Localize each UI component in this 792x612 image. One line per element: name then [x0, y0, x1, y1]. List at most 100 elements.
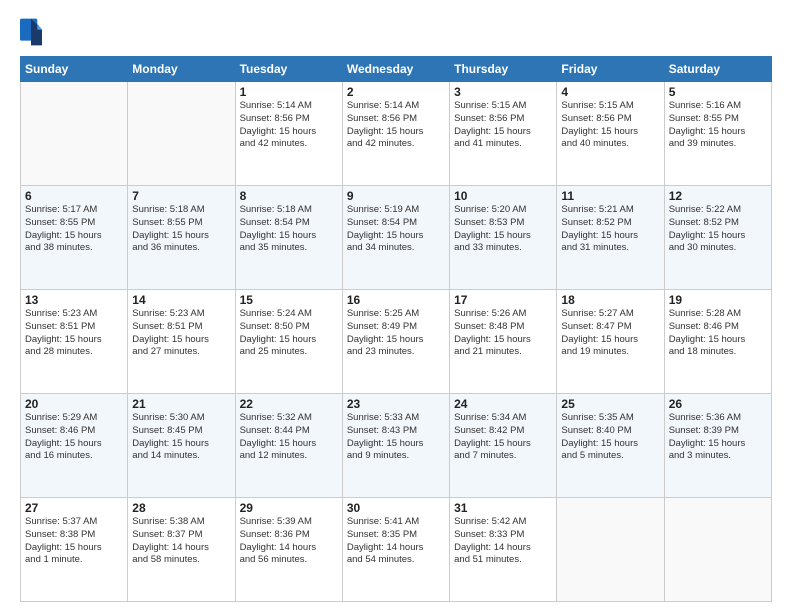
- week-row-5: 27Sunrise: 5:37 AM Sunset: 8:38 PM Dayli…: [21, 498, 772, 602]
- day-number: 15: [240, 293, 338, 307]
- week-row-2: 6Sunrise: 5:17 AM Sunset: 8:55 PM Daylig…: [21, 186, 772, 290]
- day-cell: 29Sunrise: 5:39 AM Sunset: 8:36 PM Dayli…: [235, 498, 342, 602]
- day-cell: 4Sunrise: 5:15 AM Sunset: 8:56 PM Daylig…: [557, 82, 664, 186]
- day-info: Sunrise: 5:38 AM Sunset: 8:37 PM Dayligh…: [132, 516, 230, 567]
- day-number: 26: [669, 397, 767, 411]
- day-number: 4: [561, 85, 659, 99]
- day-info: Sunrise: 5:23 AM Sunset: 8:51 PM Dayligh…: [132, 308, 230, 359]
- day-number: 5: [669, 85, 767, 99]
- day-cell: 8Sunrise: 5:18 AM Sunset: 8:54 PM Daylig…: [235, 186, 342, 290]
- day-cell: 3Sunrise: 5:15 AM Sunset: 8:56 PM Daylig…: [450, 82, 557, 186]
- day-cell: 28Sunrise: 5:38 AM Sunset: 8:37 PM Dayli…: [128, 498, 235, 602]
- day-number: 30: [347, 501, 445, 515]
- day-info: Sunrise: 5:34 AM Sunset: 8:42 PM Dayligh…: [454, 412, 552, 463]
- weekday-header-row: SundayMondayTuesdayWednesdayThursdayFrid…: [21, 57, 772, 82]
- day-cell: [557, 498, 664, 602]
- day-cell: 19Sunrise: 5:28 AM Sunset: 8:46 PM Dayli…: [664, 290, 771, 394]
- day-info: Sunrise: 5:32 AM Sunset: 8:44 PM Dayligh…: [240, 412, 338, 463]
- day-number: 23: [347, 397, 445, 411]
- day-cell: 6Sunrise: 5:17 AM Sunset: 8:55 PM Daylig…: [21, 186, 128, 290]
- weekday-header-tuesday: Tuesday: [235, 57, 342, 82]
- day-number: 25: [561, 397, 659, 411]
- day-number: 18: [561, 293, 659, 307]
- day-cell: 5Sunrise: 5:16 AM Sunset: 8:55 PM Daylig…: [664, 82, 771, 186]
- day-info: Sunrise: 5:37 AM Sunset: 8:38 PM Dayligh…: [25, 516, 123, 567]
- day-cell: [128, 82, 235, 186]
- day-number: 6: [25, 189, 123, 203]
- day-number: 14: [132, 293, 230, 307]
- day-info: Sunrise: 5:15 AM Sunset: 8:56 PM Dayligh…: [561, 100, 659, 151]
- page: SundayMondayTuesdayWednesdayThursdayFrid…: [0, 0, 792, 612]
- day-cell: 17Sunrise: 5:26 AM Sunset: 8:48 PM Dayli…: [450, 290, 557, 394]
- day-info: Sunrise: 5:27 AM Sunset: 8:47 PM Dayligh…: [561, 308, 659, 359]
- day-cell: 15Sunrise: 5:24 AM Sunset: 8:50 PM Dayli…: [235, 290, 342, 394]
- day-number: 13: [25, 293, 123, 307]
- weekday-header-saturday: Saturday: [664, 57, 771, 82]
- day-info: Sunrise: 5:28 AM Sunset: 8:46 PM Dayligh…: [669, 308, 767, 359]
- day-number: 19: [669, 293, 767, 307]
- day-cell: 18Sunrise: 5:27 AM Sunset: 8:47 PM Dayli…: [557, 290, 664, 394]
- day-cell: 12Sunrise: 5:22 AM Sunset: 8:52 PM Dayli…: [664, 186, 771, 290]
- day-info: Sunrise: 5:24 AM Sunset: 8:50 PM Dayligh…: [240, 308, 338, 359]
- day-number: 24: [454, 397, 552, 411]
- day-number: 2: [347, 85, 445, 99]
- day-info: Sunrise: 5:30 AM Sunset: 8:45 PM Dayligh…: [132, 412, 230, 463]
- day-info: Sunrise: 5:14 AM Sunset: 8:56 PM Dayligh…: [240, 100, 338, 151]
- logo-icon: [20, 18, 42, 46]
- day-cell: 31Sunrise: 5:42 AM Sunset: 8:33 PM Dayli…: [450, 498, 557, 602]
- day-cell: [21, 82, 128, 186]
- day-cell: 30Sunrise: 5:41 AM Sunset: 8:35 PM Dayli…: [342, 498, 449, 602]
- day-number: 1: [240, 85, 338, 99]
- day-cell: 27Sunrise: 5:37 AM Sunset: 8:38 PM Dayli…: [21, 498, 128, 602]
- day-number: 16: [347, 293, 445, 307]
- day-info: Sunrise: 5:42 AM Sunset: 8:33 PM Dayligh…: [454, 516, 552, 567]
- day-number: 21: [132, 397, 230, 411]
- day-number: 10: [454, 189, 552, 203]
- day-info: Sunrise: 5:25 AM Sunset: 8:49 PM Dayligh…: [347, 308, 445, 359]
- day-number: 12: [669, 189, 767, 203]
- day-cell: 7Sunrise: 5:18 AM Sunset: 8:55 PM Daylig…: [128, 186, 235, 290]
- day-info: Sunrise: 5:33 AM Sunset: 8:43 PM Dayligh…: [347, 412, 445, 463]
- day-info: Sunrise: 5:18 AM Sunset: 8:55 PM Dayligh…: [132, 204, 230, 255]
- day-cell: 1Sunrise: 5:14 AM Sunset: 8:56 PM Daylig…: [235, 82, 342, 186]
- day-number: 3: [454, 85, 552, 99]
- day-cell: 22Sunrise: 5:32 AM Sunset: 8:44 PM Dayli…: [235, 394, 342, 498]
- day-info: Sunrise: 5:19 AM Sunset: 8:54 PM Dayligh…: [347, 204, 445, 255]
- day-cell: 10Sunrise: 5:20 AM Sunset: 8:53 PM Dayli…: [450, 186, 557, 290]
- day-cell: 9Sunrise: 5:19 AM Sunset: 8:54 PM Daylig…: [342, 186, 449, 290]
- day-info: Sunrise: 5:36 AM Sunset: 8:39 PM Dayligh…: [669, 412, 767, 463]
- day-info: Sunrise: 5:16 AM Sunset: 8:55 PM Dayligh…: [669, 100, 767, 151]
- day-cell: 24Sunrise: 5:34 AM Sunset: 8:42 PM Dayli…: [450, 394, 557, 498]
- logo: [20, 18, 46, 46]
- day-info: Sunrise: 5:41 AM Sunset: 8:35 PM Dayligh…: [347, 516, 445, 567]
- weekday-header-sunday: Sunday: [21, 57, 128, 82]
- week-row-1: 1Sunrise: 5:14 AM Sunset: 8:56 PM Daylig…: [21, 82, 772, 186]
- day-info: Sunrise: 5:14 AM Sunset: 8:56 PM Dayligh…: [347, 100, 445, 151]
- day-number: 9: [347, 189, 445, 203]
- day-cell: 14Sunrise: 5:23 AM Sunset: 8:51 PM Dayli…: [128, 290, 235, 394]
- day-cell: 2Sunrise: 5:14 AM Sunset: 8:56 PM Daylig…: [342, 82, 449, 186]
- day-info: Sunrise: 5:15 AM Sunset: 8:56 PM Dayligh…: [454, 100, 552, 151]
- calendar-table: SundayMondayTuesdayWednesdayThursdayFrid…: [20, 56, 772, 602]
- day-number: 7: [132, 189, 230, 203]
- day-number: 31: [454, 501, 552, 515]
- day-info: Sunrise: 5:17 AM Sunset: 8:55 PM Dayligh…: [25, 204, 123, 255]
- day-info: Sunrise: 5:18 AM Sunset: 8:54 PM Dayligh…: [240, 204, 338, 255]
- day-number: 27: [25, 501, 123, 515]
- day-info: Sunrise: 5:20 AM Sunset: 8:53 PM Dayligh…: [454, 204, 552, 255]
- day-cell: 21Sunrise: 5:30 AM Sunset: 8:45 PM Dayli…: [128, 394, 235, 498]
- day-info: Sunrise: 5:26 AM Sunset: 8:48 PM Dayligh…: [454, 308, 552, 359]
- day-cell: [664, 498, 771, 602]
- day-info: Sunrise: 5:21 AM Sunset: 8:52 PM Dayligh…: [561, 204, 659, 255]
- day-number: 20: [25, 397, 123, 411]
- week-row-4: 20Sunrise: 5:29 AM Sunset: 8:46 PM Dayli…: [21, 394, 772, 498]
- day-cell: 13Sunrise: 5:23 AM Sunset: 8:51 PM Dayli…: [21, 290, 128, 394]
- day-info: Sunrise: 5:22 AM Sunset: 8:52 PM Dayligh…: [669, 204, 767, 255]
- week-row-3: 13 Sunrise: 5:23 AM Sunset: 8:51 PM Dayli…: [21, 290, 772, 394]
- day-info: Sunrise: 5:35 AM Sunset: 8:40 PM Dayligh…: [561, 412, 659, 463]
- day-cell: 20Sunrise: 5:29 AM Sunset: 8:46 PM Dayli…: [21, 394, 128, 498]
- day-cell: 16Sunrise: 5:25 AM Sunset: 8:49 PM Dayli…: [342, 290, 449, 394]
- weekday-header-friday: Friday: [557, 57, 664, 82]
- day-number: 17: [454, 293, 552, 307]
- day-number: 22: [240, 397, 338, 411]
